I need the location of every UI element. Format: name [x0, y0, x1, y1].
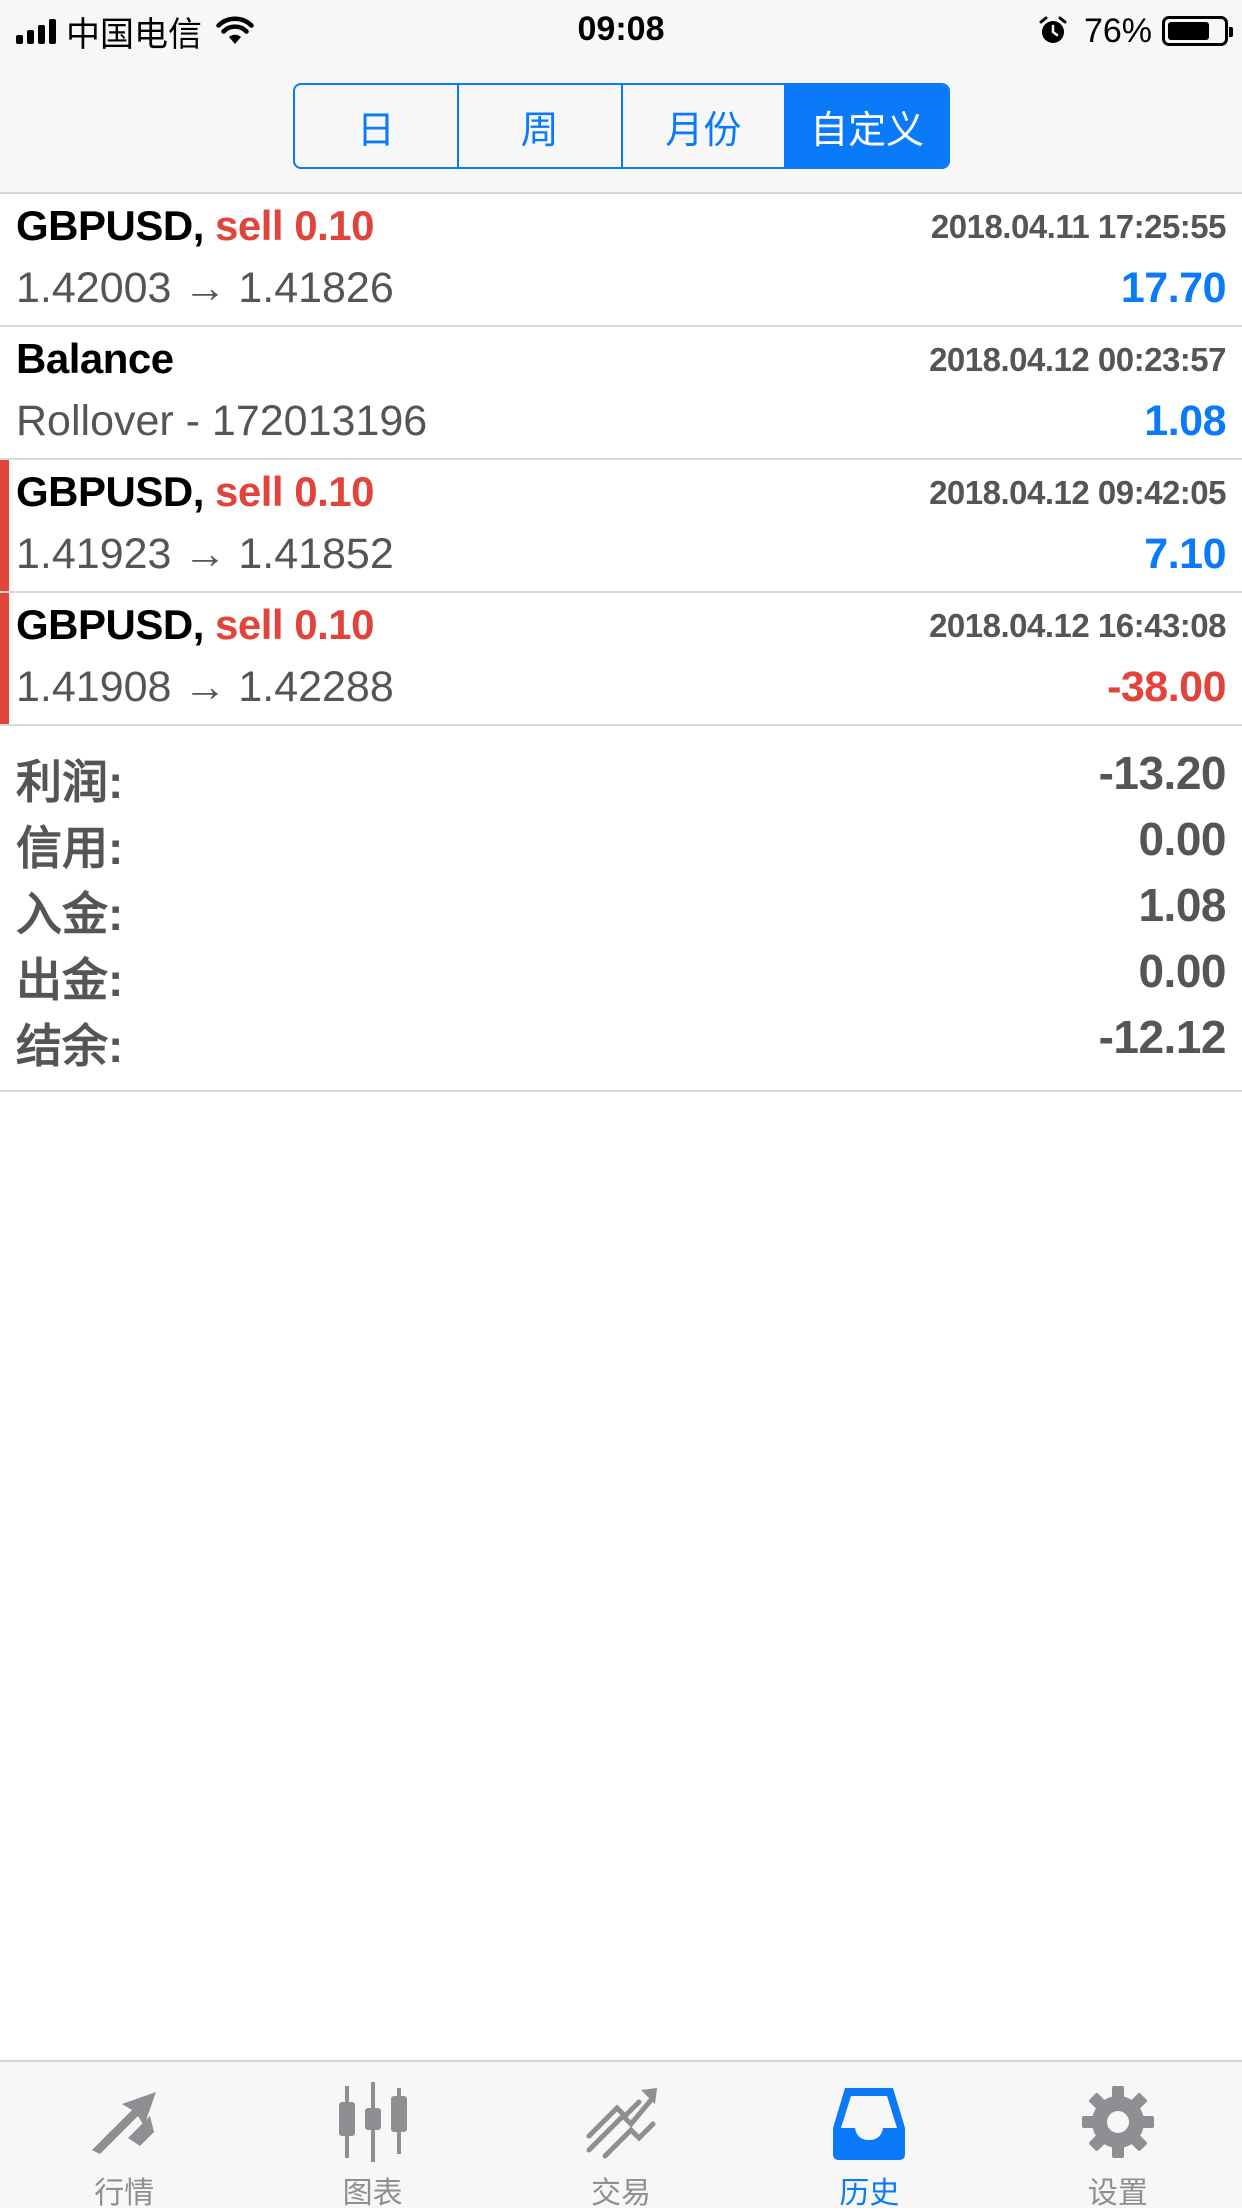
deal-prices: 1.41908 → 1.42288	[16, 663, 394, 711]
summary-label: 入金:	[16, 888, 124, 940]
nav-bar: 日 周 月份 自定义	[0, 62, 1242, 194]
deal-symbol: GBPUSD,	[16, 202, 204, 249]
deal-profit: 17.70	[1120, 264, 1227, 312]
deal-row[interactable]: GBPUSD, sell 0.10 2018.04.11 17:25:55 1.…	[0, 194, 1242, 327]
summary-balance-row: 结余: -12.12	[0, 1010, 1242, 1076]
deal-side: sell 0.10	[215, 468, 374, 515]
tab-month[interactable]: 月份	[623, 85, 787, 167]
tab-chart[interactable]: 图表	[248, 2062, 496, 2210]
summary-value: 0.00	[1138, 945, 1226, 997]
battery-percent: 76%	[1083, 11, 1152, 50]
status-bar: 中国电信 09:08 76%	[0, 0, 1242, 62]
deal-profit: 1.08	[1144, 397, 1226, 445]
period-segmented-control: 日 周 月份 自定义	[293, 83, 950, 169]
tab-bar: 行情 图表 交易 历史 设置	[0, 2060, 1242, 2210]
battery-icon	[1162, 16, 1233, 46]
deal-time: 2018.04.11 17:25:55	[930, 208, 1227, 245]
deal-side: sell 0.10	[215, 601, 374, 648]
deal-title: GBPUSD, sell 0.10	[16, 468, 374, 516]
tab-trade[interactable]: 交易	[497, 2062, 745, 2210]
tab-quotes[interactable]: 行情	[0, 2062, 248, 2210]
deal-profit: 7.10	[1144, 530, 1226, 578]
battery-fill	[1168, 22, 1210, 40]
deal-symbol: GBPUSD,	[16, 601, 204, 648]
tab-label: 行情	[94, 2177, 155, 2210]
summary-value: 1.08	[1138, 879, 1226, 931]
deal-list: GBPUSD, sell 0.10 2018.04.11 17:25:55 1.…	[0, 194, 1242, 726]
deal-side: sell 0.10	[215, 202, 374, 249]
gear-icon	[1081, 2086, 1154, 2158]
tab-history[interactable]: 历史	[745, 2062, 993, 2210]
deal-title: GBPUSD, sell 0.10	[16, 202, 374, 250]
status-right: 76%	[1038, 10, 1233, 52]
history-icon	[833, 2088, 906, 2160]
tab-settings[interactable]: 设置	[994, 2062, 1242, 2210]
deal-comment: Rollover - 172013196	[16, 397, 428, 445]
deal-prices: 1.41923 → 1.41852	[16, 530, 394, 578]
chart-icon	[338, 2082, 407, 2162]
deal-time: 2018.04.12 16:43:08	[929, 607, 1226, 644]
deal-time: 2018.04.12 00:23:57	[929, 341, 1226, 378]
deal-time: 2018.04.12 09:42:05	[929, 474, 1226, 511]
deal-title: GBPUSD, sell 0.10	[16, 601, 374, 649]
tab-label: 历史	[839, 2177, 900, 2210]
deal-row[interactable]: GBPUSD, sell 0.10 2018.04.12 16:43:08 1.…	[0, 593, 1242, 726]
summary-profit-row: 利润: -13.20	[0, 746, 1242, 812]
summary-label: 结余:	[16, 1020, 124, 1072]
history-summary: 利润: -13.20 信用: 0.00 入金: 1.08 出金: 0.00 结余…	[0, 730, 1242, 1092]
deal-prices: 1.42003 → 1.41826	[16, 264, 394, 312]
deal-symbol: Balance	[16, 335, 174, 382]
trade-icon	[586, 2088, 658, 2159]
tab-week[interactable]: 周	[459, 85, 623, 167]
tab-custom[interactable]: 自定义	[786, 85, 948, 167]
summary-value: 0.00	[1138, 813, 1226, 865]
summary-value: -13.20	[1098, 747, 1227, 799]
deal-symbol: GBPUSD,	[16, 468, 204, 515]
tab-label: 图表	[342, 2177, 403, 2210]
deal-profit: -38.00	[1107, 663, 1226, 711]
quotes-icon	[92, 2092, 157, 2154]
tab-day[interactable]: 日	[295, 85, 459, 167]
deal-title: Balance	[16, 335, 174, 383]
alarm-icon	[1039, 16, 1067, 43]
deal-row[interactable]: GBPUSD, sell 0.10 2018.04.12 09:42:05 1.…	[0, 460, 1242, 593]
summary-credit-row: 信用: 0.00	[0, 812, 1242, 878]
summary-label: 信用:	[16, 822, 124, 874]
summary-value: -12.12	[1098, 1011, 1227, 1063]
summary-withdrawal-row: 出金: 0.00	[0, 944, 1242, 1010]
summary-deposit-row: 入金: 1.08	[0, 878, 1242, 944]
tab-label: 设置	[1087, 2177, 1148, 2210]
tab-label: 交易	[591, 2177, 652, 2210]
summary-label: 出金:	[16, 954, 124, 1006]
deal-row[interactable]: Balance 2018.04.12 00:23:57 Rollover - 1…	[0, 327, 1242, 460]
summary-label: 利润:	[16, 756, 124, 808]
